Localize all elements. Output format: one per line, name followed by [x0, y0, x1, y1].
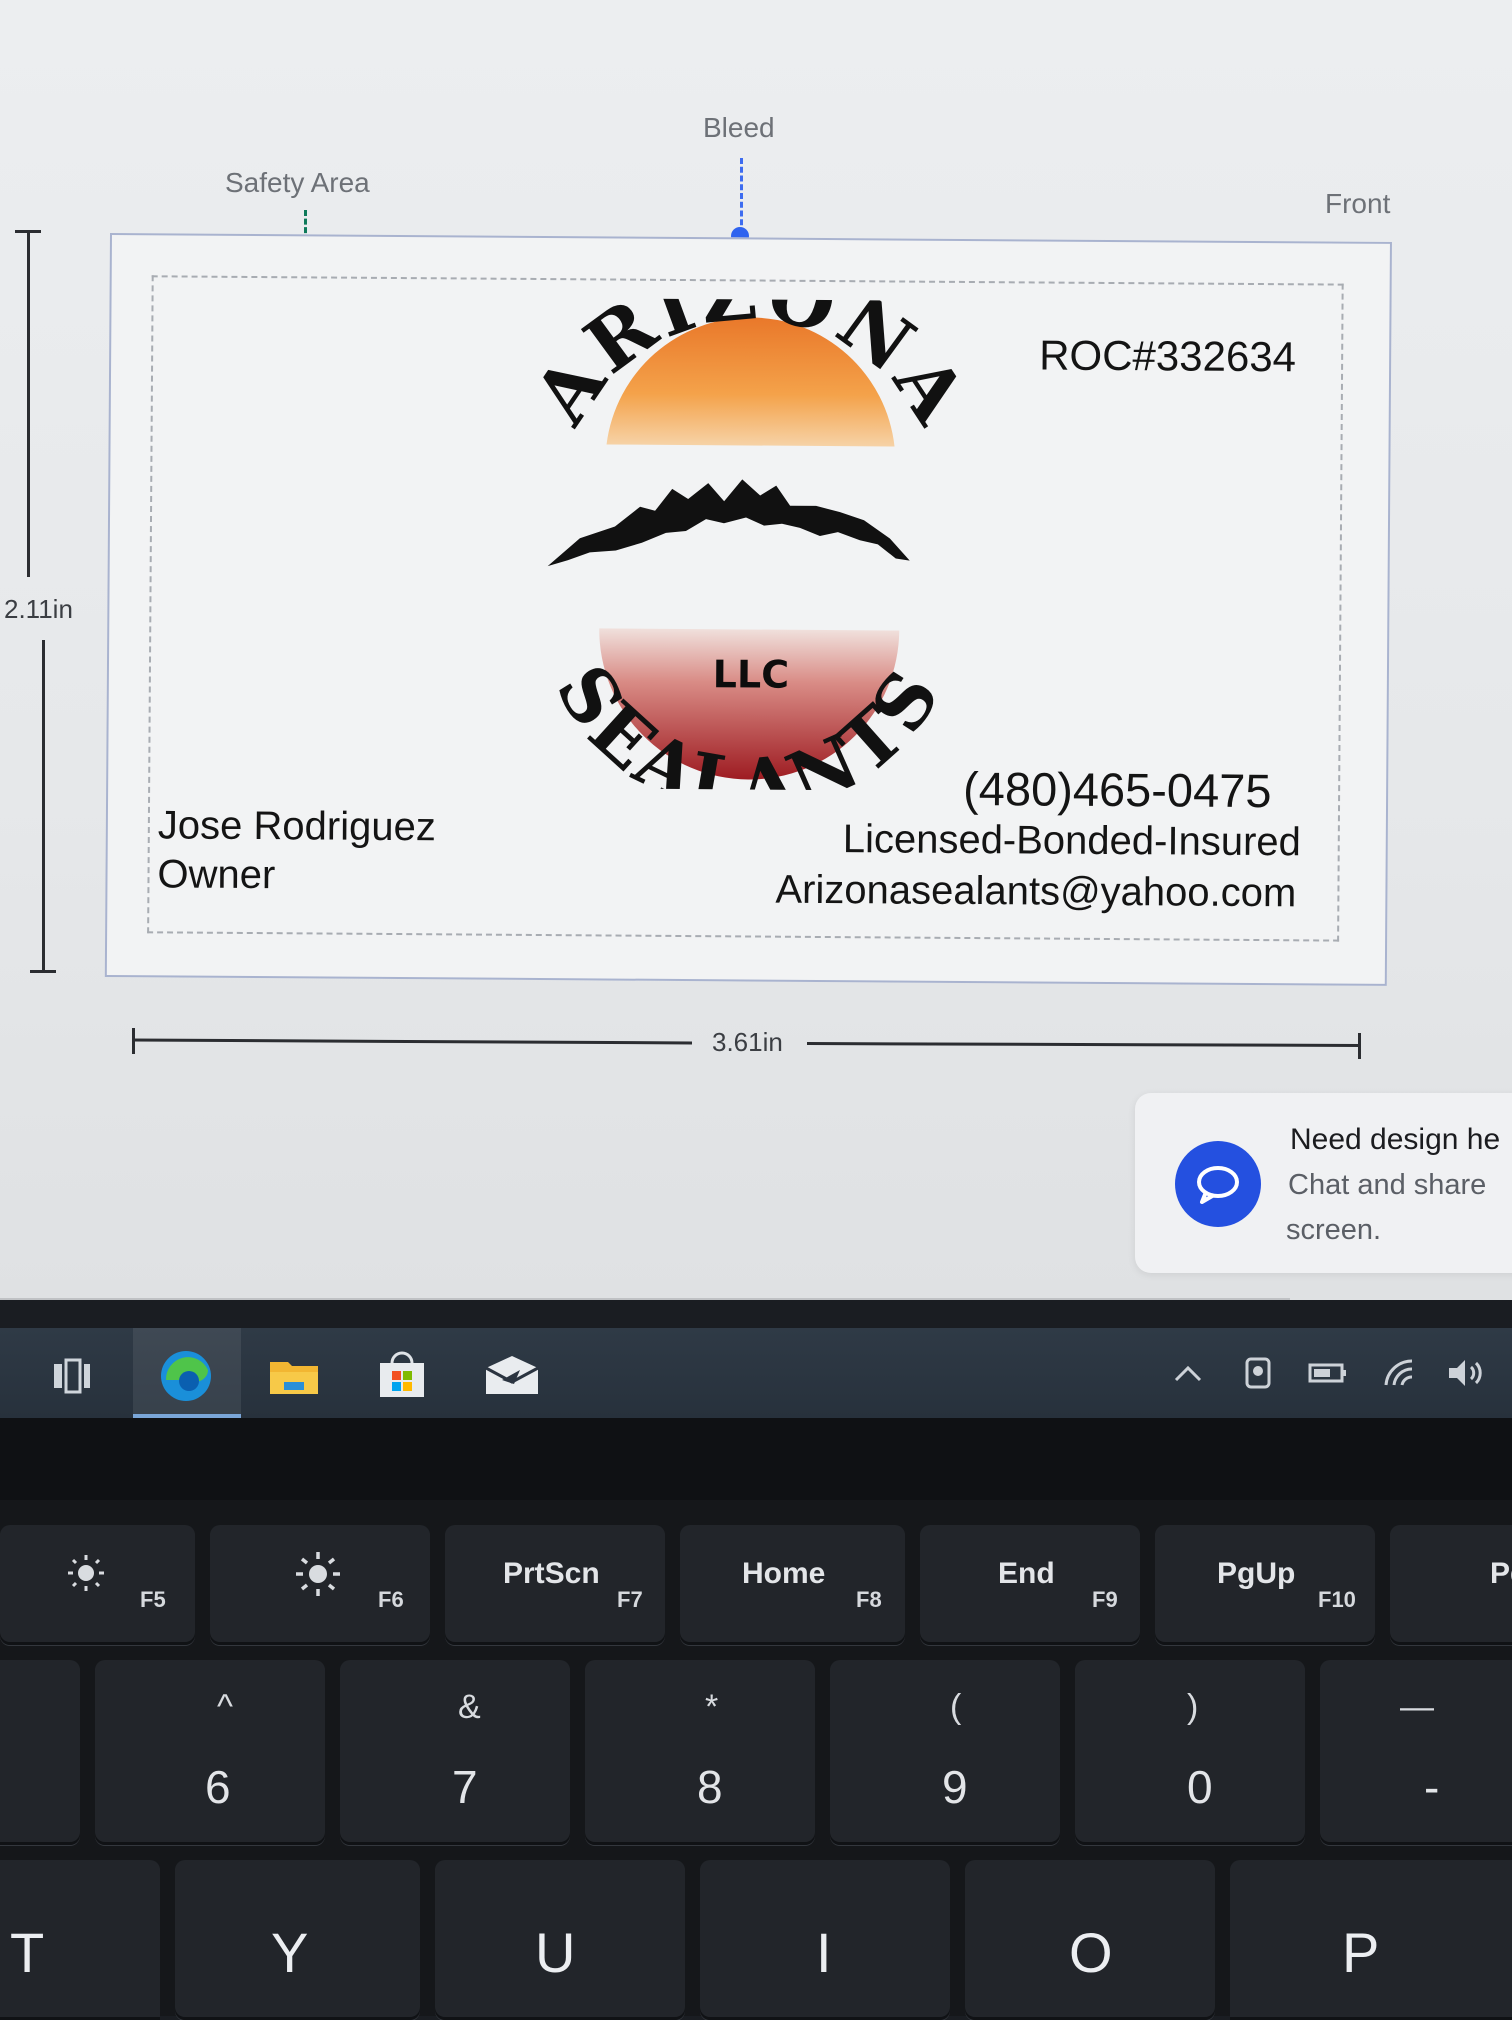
bleed-indicator-line — [740, 158, 743, 234]
key-f8[interactable]: Home F8 — [680, 1525, 905, 1645]
key-0[interactable]: ) 0 — [1075, 1660, 1305, 1845]
logo-llc-text: LLC — [713, 652, 790, 697]
key-t-label: T — [10, 1921, 45, 1984]
height-dimension-cap-top — [15, 230, 41, 233]
key-f6[interactable]: F6 — [210, 1525, 430, 1645]
volume-icon[interactable] — [1446, 1350, 1486, 1396]
key-o-label: O — [1069, 1921, 1113, 1984]
business-card-front[interactable]: ARIZONA SEALANTS LLC ROC#332634 (480)465… — [104, 233, 1392, 986]
height-dimension-line-top — [27, 232, 30, 577]
key-7-main: 7 — [452, 1761, 478, 1813]
task-view-icon[interactable] — [42, 1348, 102, 1404]
wifi-icon[interactable] — [1380, 1350, 1420, 1396]
key-f11-main: PgD — [1490, 1557, 1512, 1590]
key-p-label: P — [1342, 1921, 1380, 1984]
phone-number[interactable]: (480)465-0475 — [963, 761, 1272, 818]
laptop-keyboard: F5 F6 PrtScn F7 Home F8 End F9 PgUp F10 … — [0, 1500, 1512, 2020]
key-0-shift: ) — [1187, 1688, 1199, 1726]
edge-icon[interactable] — [156, 1348, 216, 1404]
key-7-shift: & — [458, 1688, 481, 1726]
key-7[interactable]: & 7 — [340, 1660, 570, 1845]
width-dimension-label: 3.61in — [712, 1027, 783, 1057]
height-dimension-label: 2.11in — [4, 594, 73, 624]
key-f9[interactable]: End F9 — [920, 1525, 1140, 1645]
width-dimension-line-left — [131, 1038, 693, 1045]
key-6[interactable]: ^ 6 — [95, 1660, 325, 1845]
key-f10-label: F10 — [1318, 1587, 1356, 1612]
key-f9-main: End — [998, 1557, 1055, 1590]
width-dimension-line-right — [806, 1042, 1362, 1047]
key-8[interactable]: * 8 — [585, 1660, 815, 1845]
height-dimension-cap-bottom — [30, 970, 56, 973]
key-f5[interactable]: F5 — [0, 1525, 195, 1645]
horizontal-scrollbar[interactable] — [0, 1298, 1290, 1300]
key-8-main: 8 — [697, 1761, 723, 1813]
laptop-screen: Bleed Safety Area Front ARIZONA SEALANTS… — [0, 0, 1512, 1300]
key-f7[interactable]: PrtScn F7 — [445, 1525, 665, 1645]
safety-area-label: Safety Area — [225, 167, 370, 198]
mail-icon[interactable] — [482, 1348, 542, 1404]
key-u-label: U — [535, 1921, 576, 1984]
key-9-main: 9 — [942, 1761, 968, 1813]
brightness-up-icon — [290, 1551, 346, 1605]
chat-bubble-icon — [1197, 1166, 1239, 1204]
front-side-label[interactable]: Front — [1325, 188, 1390, 220]
key-f6-label: F6 — [378, 1587, 404, 1612]
licensed-text[interactable]: Licensed-Bonded-Insured — [843, 817, 1301, 865]
key-i[interactable]: I — [700, 1860, 950, 2020]
key-p[interactable]: P — [1230, 1860, 1512, 2020]
key-f7-main: PrtScn — [503, 1557, 600, 1590]
key-0-main: 0 — [1187, 1761, 1213, 1813]
key-f8-main: Home — [742, 1557, 826, 1590]
chevron-up-icon[interactable] — [1170, 1350, 1206, 1396]
key-f10[interactable]: PgUp F10 — [1155, 1525, 1375, 1645]
bleed-label: Bleed — [703, 112, 775, 143]
windows-taskbar — [0, 1328, 1512, 1418]
file-explorer-icon[interactable] — [264, 1348, 324, 1404]
design-help-chat-popup[interactable]: Need design he Chat and share screen. — [1135, 1093, 1512, 1273]
owner-name[interactable]: Jose Rodriguez — [158, 803, 436, 850]
key-8-shift: * — [705, 1688, 719, 1726]
arizona-sealants-logo[interactable]: ARIZONA SEALANTS LLC — [518, 298, 981, 791]
height-dimension-line-bottom — [42, 640, 45, 972]
key-f7-label: F7 — [617, 1587, 643, 1612]
chat-title: Need design he — [1290, 1123, 1501, 1156]
width-dimension-cap-left — [132, 1028, 135, 1054]
key-minus-shift: — — [1400, 1688, 1434, 1726]
key-y-label: Y — [271, 1921, 309, 1984]
key-o[interactable]: O — [965, 1860, 1215, 2020]
key-f10-main: PgUp — [1217, 1557, 1296, 1590]
key-u[interactable]: U — [435, 1860, 685, 2020]
key-y[interactable]: Y — [175, 1860, 420, 2020]
key-6-shift: ^ — [217, 1688, 233, 1726]
key-f8-label: F8 — [856, 1587, 882, 1612]
chat-subtitle-line1: Chat and share — [1288, 1169, 1487, 1201]
roc-number[interactable]: ROC#332634 — [1039, 331, 1296, 381]
key-f11[interactable]: PgD — [1390, 1525, 1512, 1645]
store-icon[interactable] — [372, 1348, 432, 1404]
key-9-shift: ( — [950, 1688, 962, 1726]
key-f5-label: F5 — [140, 1587, 166, 1612]
key-t[interactable]: T — [0, 1860, 160, 2020]
key-6-main: 6 — [205, 1761, 231, 1813]
key-5[interactable] — [0, 1660, 80, 1845]
key-minus[interactable]: — - — [1320, 1660, 1512, 1845]
key-9[interactable]: ( 9 — [830, 1660, 1060, 1845]
brightness-down-icon — [62, 1553, 110, 1601]
width-dimension-cap-right — [1358, 1033, 1361, 1059]
chat-button[interactable] — [1175, 1141, 1261, 1227]
meet-now-icon[interactable] — [1240, 1350, 1276, 1396]
key-i-label: I — [816, 1921, 832, 1984]
key-minus-main: - — [1424, 1761, 1440, 1813]
owner-title[interactable]: Owner — [157, 852, 275, 898]
key-f9-label: F9 — [1092, 1587, 1118, 1612]
chat-subtitle-line2: screen. — [1286, 1214, 1382, 1246]
battery-icon[interactable] — [1306, 1350, 1350, 1396]
email-address[interactable]: Arizonasealants@yahoo.com — [775, 868, 1296, 917]
